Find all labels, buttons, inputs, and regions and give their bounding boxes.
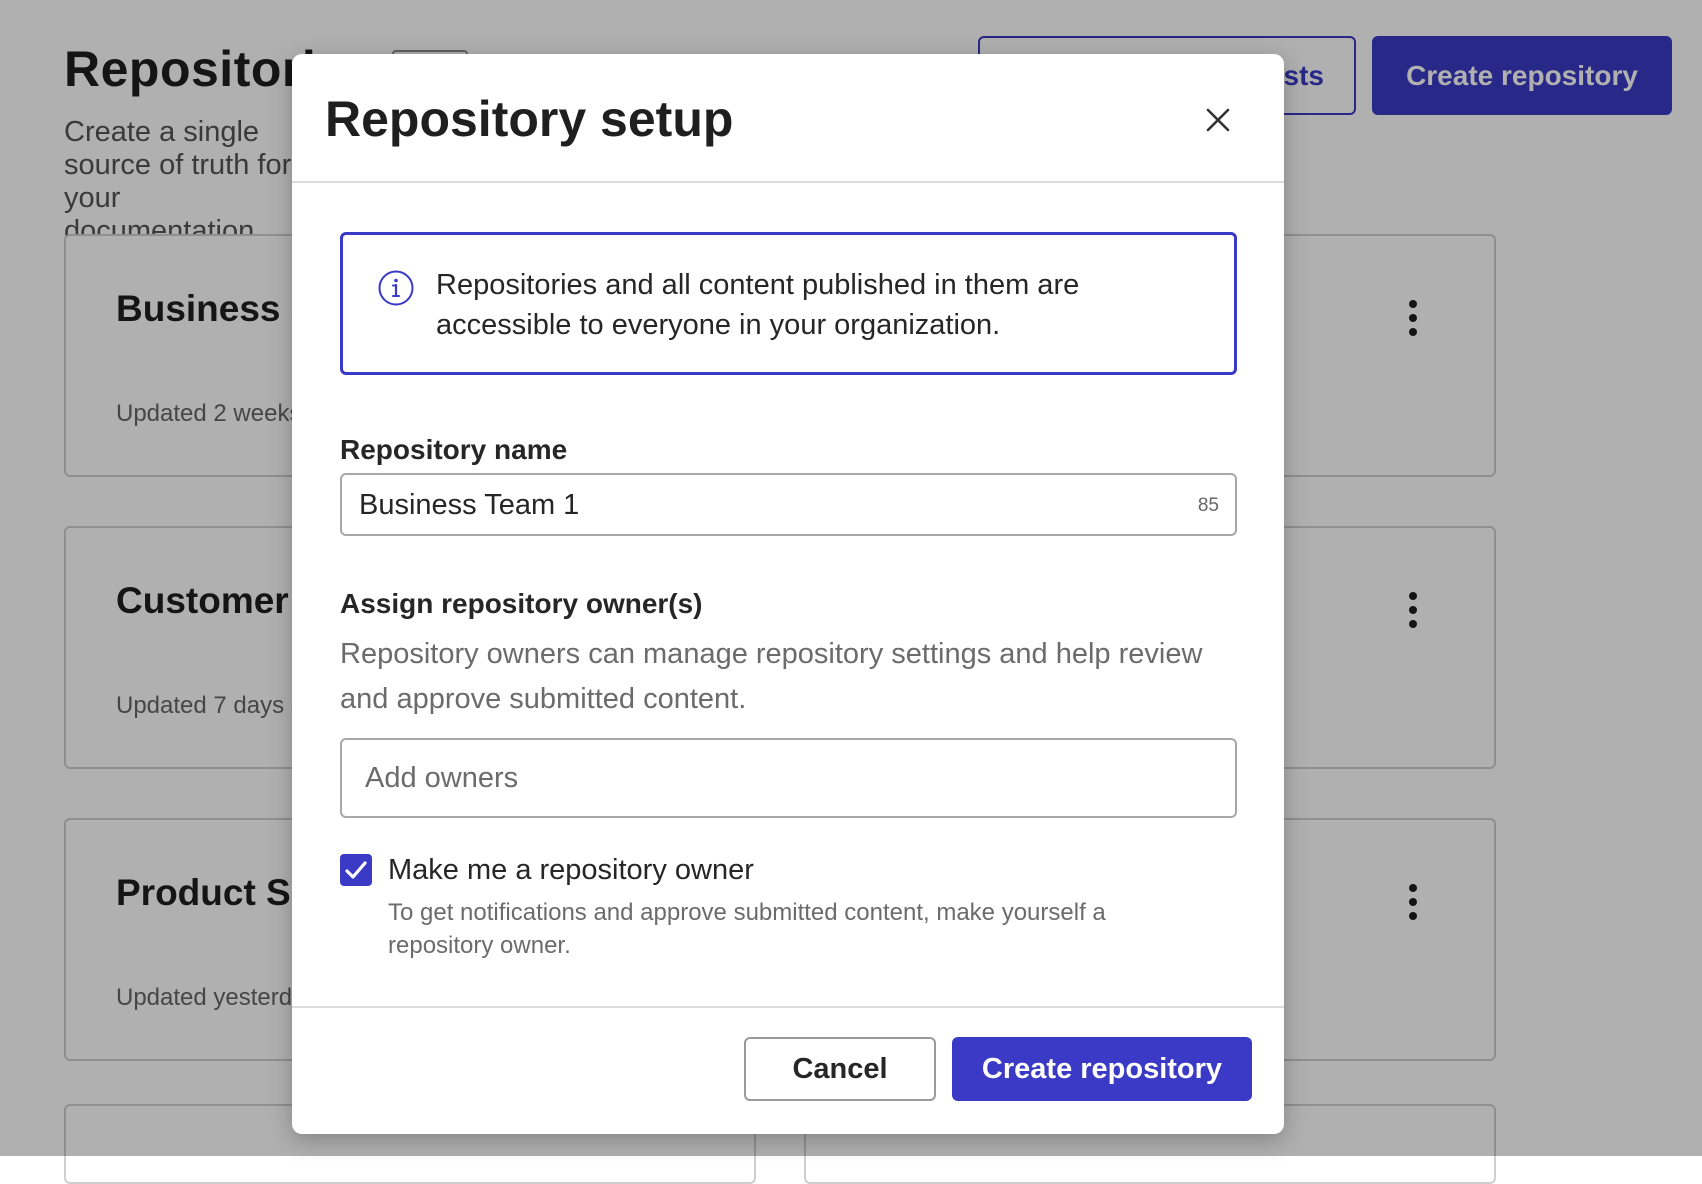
make-owner-help: To get notifications and approve submitt… [388, 899, 1106, 959]
info-text: Repositories and all content published i… [436, 269, 1080, 341]
info-banner: Repositories and all content published i… [340, 232, 1237, 375]
repository-name-value: Business Team 1 [359, 489, 580, 521]
dialog-title: Repository setup [325, 91, 734, 147]
make-owner-label[interactable]: Make me a repository owner [388, 854, 754, 887]
dialog-footer: Cancel Create repository [292, 1006, 1284, 1134]
close-icon[interactable] [1200, 102, 1236, 138]
add-owners-input[interactable]: Add owners [340, 738, 1237, 818]
cancel-button[interactable]: Cancel [744, 1037, 936, 1101]
character-counter: 85 [1197, 495, 1219, 516]
repository-setup-dialog: Repository setup Repositories and all co… [292, 54, 1284, 1134]
info-icon [377, 269, 415, 307]
dialog-header: Repository setup [292, 54, 1284, 183]
assign-owners-help: Repository owners can manage repository … [340, 638, 1203, 715]
repository-name-label: Repository name [340, 434, 568, 465]
checkmark-icon [345, 861, 367, 879]
create-repository-submit-button[interactable]: Create repository [952, 1037, 1252, 1101]
assign-owners-label: Assign repository owner(s) [340, 588, 703, 619]
repository-name-input[interactable]: Business Team 1 85 [340, 473, 1237, 536]
make-owner-checkbox[interactable] [340, 854, 372, 886]
